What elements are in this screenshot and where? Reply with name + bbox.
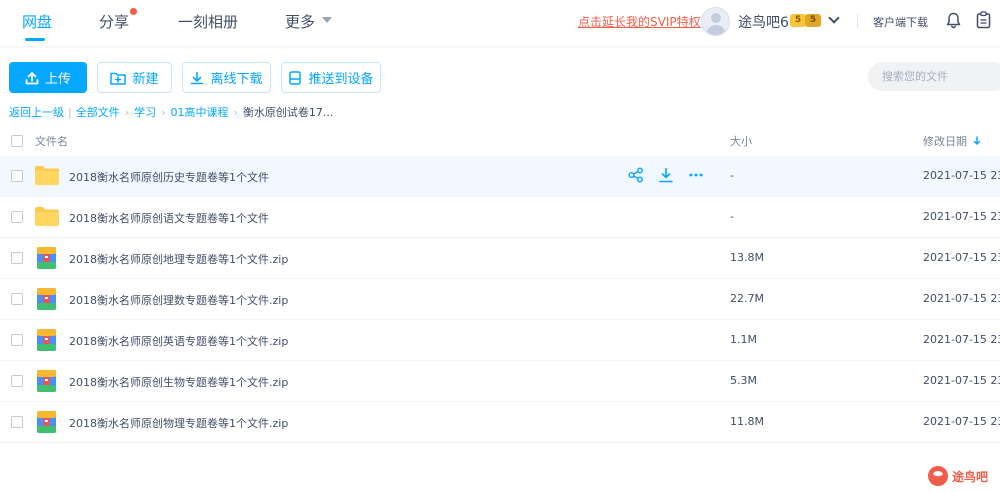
upload-button[interactable]: 上传 (9, 62, 87, 93)
zip-file-icon (37, 411, 56, 433)
nav-tab-share[interactable]: 分享 (99, 11, 129, 32)
zip-file-icon (37, 247, 56, 269)
notification-dot (130, 8, 137, 15)
table-row[interactable]: 2018衡水名师原创历史专题卷等1个文件 - 2021-07-15 23:5 (0, 156, 1000, 197)
row-checkbox[interactable] (11, 375, 23, 387)
nav-tab-album[interactable]: 一刻相册 (178, 11, 238, 32)
file-name[interactable]: 2018衡水名师原创英语专题卷等1个文件.zip (69, 333, 288, 349)
sort-descending-icon[interactable] (973, 136, 981, 146)
new-button-label: 新建 (132, 72, 159, 87)
row-checkbox[interactable] (11, 293, 23, 305)
breadcrumb: 返回上一级 | 全部文件 › 学习 › 01高中课程 › 衡水原创试卷17... (9, 104, 333, 120)
device-icon (289, 70, 302, 85)
file-size: - (730, 169, 734, 182)
folder-icon (35, 207, 59, 226)
row-checkbox[interactable] (11, 211, 23, 223)
table-row[interactable]: 2018衡水名师原创语文专题卷等1个文件 - 2021-07-15 23:5 (0, 197, 1000, 238)
active-tab-indicator (25, 38, 45, 41)
breadcrumb-current: 衡水原创试卷17... (242, 106, 334, 119)
column-header-date[interactable]: 修改日期 (923, 133, 967, 149)
file-size: 5.3M (730, 374, 757, 387)
file-date: 2021-07-15 23:5 (923, 374, 1000, 387)
zip-file-icon (37, 370, 56, 392)
breadcrumb-all-files[interactable]: 全部文件 (76, 104, 120, 120)
file-name[interactable]: 2018衡水名师原创理数专题卷等1个文件.zip (69, 292, 288, 308)
push-to-device-label: 推送到设备 (308, 72, 374, 87)
zip-file-icon (37, 329, 56, 351)
file-date: 2021-07-15 23:5 (923, 169, 1000, 182)
new-folder-icon (110, 72, 127, 85)
file-size: 1.1M (730, 333, 757, 346)
column-header-size[interactable]: 大小 (730, 133, 752, 149)
nav-tab-netdisk[interactable]: 网盘 (22, 11, 52, 32)
column-header-name[interactable]: 文件名 (35, 133, 68, 149)
row-checkbox[interactable] (11, 252, 23, 264)
upload-icon (25, 71, 39, 84)
vip-level-badge: 5 (805, 14, 821, 27)
file-name[interactable]: 2018衡水名师原创地理专题卷等1个文件.zip (69, 251, 288, 267)
download-icon (191, 71, 204, 84)
file-name[interactable]: 2018衡水名师原创生物专题卷等1个文件.zip (69, 374, 288, 390)
clipboard-icon[interactable] (976, 11, 991, 29)
top-navbar: 网盘 分享 一刻相册 更多 点击延长我的SVIP特权 途鸟吧6 5 5 客户端下… (0, 0, 1000, 46)
file-date: 2021-07-15 23:5 (923, 415, 1000, 428)
row-actions (628, 167, 704, 183)
breadcrumb-item-study[interactable]: 学习 (134, 104, 156, 120)
row-checkbox[interactable] (11, 416, 23, 428)
svip-level-badge: 5 (790, 14, 806, 27)
breadcrumb-back-link[interactable]: 返回上一级 (9, 104, 64, 120)
upload-button-label: 上传 (44, 72, 71, 87)
folder-icon (35, 166, 59, 185)
new-folder-button[interactable]: 新建 (97, 62, 172, 93)
push-to-device-button[interactable]: 推送到设备 (281, 62, 381, 93)
breadcrumb-separator: › (233, 105, 238, 119)
watermark-logo: 途鸟吧 (928, 466, 988, 486)
table-row[interactable]: 2018衡水名师原创物理专题卷等1个文件.zip 11.8M 2021-07-1… (0, 402, 1000, 443)
offline-download-label: 离线下载 (210, 72, 263, 87)
file-size: 13.8M (730, 251, 764, 264)
file-date: 2021-07-15 23:5 (923, 292, 1000, 305)
file-name[interactable]: 2018衡水名师原创历史专题卷等1个文件 (69, 169, 269, 185)
breadcrumb-item-highschool[interactable]: 01高中课程 (171, 104, 229, 120)
row-checkbox[interactable] (11, 334, 23, 346)
client-download-link[interactable]: 客户端下载 (873, 14, 928, 30)
divider (857, 14, 858, 28)
more-icon[interactable] (688, 167, 704, 183)
table-row[interactable]: 2018衡水名师原创英语专题卷等1个文件.zip 1.1M 2021-07-15… (0, 320, 1000, 361)
avatar[interactable] (701, 7, 730, 36)
row-checkbox[interactable] (11, 170, 23, 182)
file-size: 22.7M (730, 292, 764, 305)
share-icon[interactable] (628, 167, 644, 183)
table-row[interactable]: 2018衡水名师原创地理专题卷等1个文件.zip 13.8M 2021-07-1… (0, 238, 1000, 279)
search-input[interactable] (868, 62, 1000, 91)
nav-tab-more[interactable]: 更多 (285, 11, 315, 32)
breadcrumb-divider: | (68, 105, 72, 119)
breadcrumb-separator: › (161, 105, 166, 119)
file-date: 2021-07-15 23:5 (923, 251, 1000, 264)
svip-renew-link[interactable]: 点击延长我的SVIP特权 (578, 13, 701, 30)
zip-file-icon (37, 288, 56, 310)
watermark-text: 途鸟吧 (952, 469, 988, 484)
table-row[interactable]: 2018衡水名师原创生物专题卷等1个文件.zip 5.3M 2021-07-15… (0, 361, 1000, 402)
offline-download-button[interactable]: 离线下载 (182, 62, 271, 93)
file-size: 11.8M (730, 415, 764, 428)
username[interactable]: 途鸟吧6 (738, 12, 789, 32)
file-name[interactable]: 2018衡水名师原创物理专题卷等1个文件.zip (69, 415, 288, 431)
file-table-header: 文件名 大小 修改日期 (0, 126, 1000, 156)
chevron-down-icon[interactable] (322, 17, 332, 23)
file-date: 2021-07-15 23:5 (923, 333, 1000, 346)
file-date: 2021-07-15 23:5 (923, 210, 1000, 223)
bell-icon[interactable] (946, 12, 961, 29)
user-menu-chevron-icon[interactable] (828, 12, 840, 24)
breadcrumb-separator: › (124, 105, 130, 119)
download-icon[interactable] (658, 167, 674, 183)
file-size: - (730, 210, 734, 223)
table-row[interactable]: 2018衡水名师原创理数专题卷等1个文件.zip 22.7M 2021-07-1… (0, 279, 1000, 320)
select-all-checkbox[interactable] (11, 135, 23, 147)
file-name[interactable]: 2018衡水名师原创语文专题卷等1个文件 (69, 210, 269, 226)
